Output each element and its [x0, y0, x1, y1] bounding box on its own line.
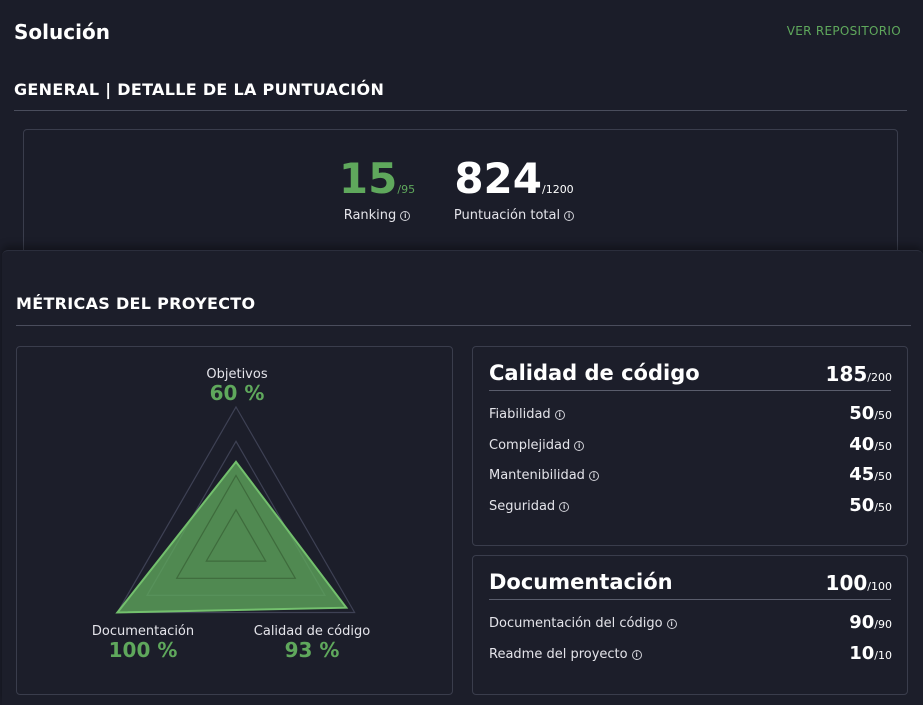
radar-axis-label: Objetivos	[206, 367, 268, 382]
radar-axis-documentacion: Documentación 100 %	[83, 624, 203, 661]
metric-score: 10/10	[849, 643, 892, 664]
divider	[489, 599, 891, 600]
metric-row-seguridad: Seguridad i 50/50	[489, 495, 892, 519]
radar-chart-panel: Objetivos 60 % Calidad de código 93 % Do…	[16, 346, 453, 695]
metric-row-complejidad: Complejidad i 40/50	[489, 434, 892, 458]
divider	[16, 325, 911, 326]
metrics-section-title: MÉTRICAS DEL PROYECTO	[16, 294, 256, 313]
total-score-stat: 824/1200 Puntuación total i	[444, 156, 584, 223]
info-icon[interactable]: i	[564, 210, 575, 221]
metric-label: Documentación del código	[489, 616, 663, 631]
total-score-label: Puntuación total	[453, 208, 561, 223]
metric-row-readme: Readme del proyecto i 10/10	[489, 643, 892, 667]
project-metrics-section: MÉTRICAS DEL PROYECTO Objetivos 60 % Cal…	[2, 250, 923, 705]
radar-axis-value: 60 %	[209, 381, 265, 405]
metric-label: Fiabilidad	[489, 407, 551, 422]
total-score-out-of: /1200	[541, 183, 574, 196]
ranking-out-of: /95	[397, 183, 416, 196]
info-icon[interactable]: i	[666, 618, 677, 629]
code-quality-title: Calidad de código	[489, 361, 700, 385]
total-score-value: 824	[454, 154, 542, 203]
ranking-stat: 15/95 Ranking i	[332, 154, 422, 224]
radar-axis-objetivos: Objetivos 60 %	[187, 367, 287, 404]
divider	[489, 390, 891, 391]
divider	[14, 110, 907, 111]
info-icon[interactable]: i	[400, 210, 411, 221]
score-summary-box: 15/95 Ranking i 824/1200 Puntuación total…	[23, 129, 898, 259]
code-quality-score: 185/200	[825, 362, 892, 386]
radar-axis-value: 100 %	[108, 638, 178, 662]
metric-label: Readme del proyecto	[489, 647, 628, 662]
metric-label: Complejidad	[489, 438, 571, 453]
documentation-card: Documentación 100/100 Documentación del …	[472, 555, 908, 695]
radar-axis-label: Documentación	[91, 624, 195, 639]
metric-label: Mantenibilidad	[489, 468, 585, 483]
radar-axis-label: Calidad de código	[253, 624, 371, 639]
page-title: Solución	[14, 20, 110, 44]
documentation-title: Documentación	[489, 570, 673, 594]
documentation-score: 100/100	[825, 571, 892, 595]
general-section: Solución VER REPOSITORIO GENERAL | DETAL…	[0, 0, 923, 260]
metric-score: 45/50	[849, 464, 892, 485]
ranking-value: 15	[338, 154, 398, 203]
info-icon[interactable]: i	[574, 440, 585, 451]
metric-row-doc-codigo: Documentación del código i 90/90	[489, 612, 892, 636]
radar-axis-value: 93 %	[284, 638, 340, 662]
metric-label: Seguridad	[489, 499, 556, 514]
ranking-label: Ranking	[343, 208, 397, 223]
general-section-title: GENERAL | DETALLE DE LA PUNTUACIÓN	[14, 80, 385, 99]
info-icon[interactable]: i	[631, 649, 642, 660]
metric-row-mantenibilidad: Mantenibilidad i 45/50	[489, 464, 892, 488]
radar-axis-calidad: Calidad de código 93 %	[243, 624, 381, 661]
metric-row-fiabilidad: Fiabilidad i 50/50	[489, 403, 892, 427]
metric-score: 50/50	[849, 495, 892, 516]
info-icon[interactable]: i	[559, 501, 570, 512]
metric-score: 50/50	[849, 403, 892, 424]
code-quality-card: Calidad de código 185/200 Fiabilidad i 50…	[472, 346, 908, 546]
metric-score: 90/90	[849, 612, 892, 633]
view-repository-link[interactable]: VER REPOSITORIO	[787, 24, 901, 38]
metric-score: 40/50	[849, 434, 892, 455]
radar-data-polygon	[115, 460, 349, 614]
info-icon[interactable]: i	[588, 470, 599, 481]
info-icon[interactable]: i	[554, 409, 565, 420]
